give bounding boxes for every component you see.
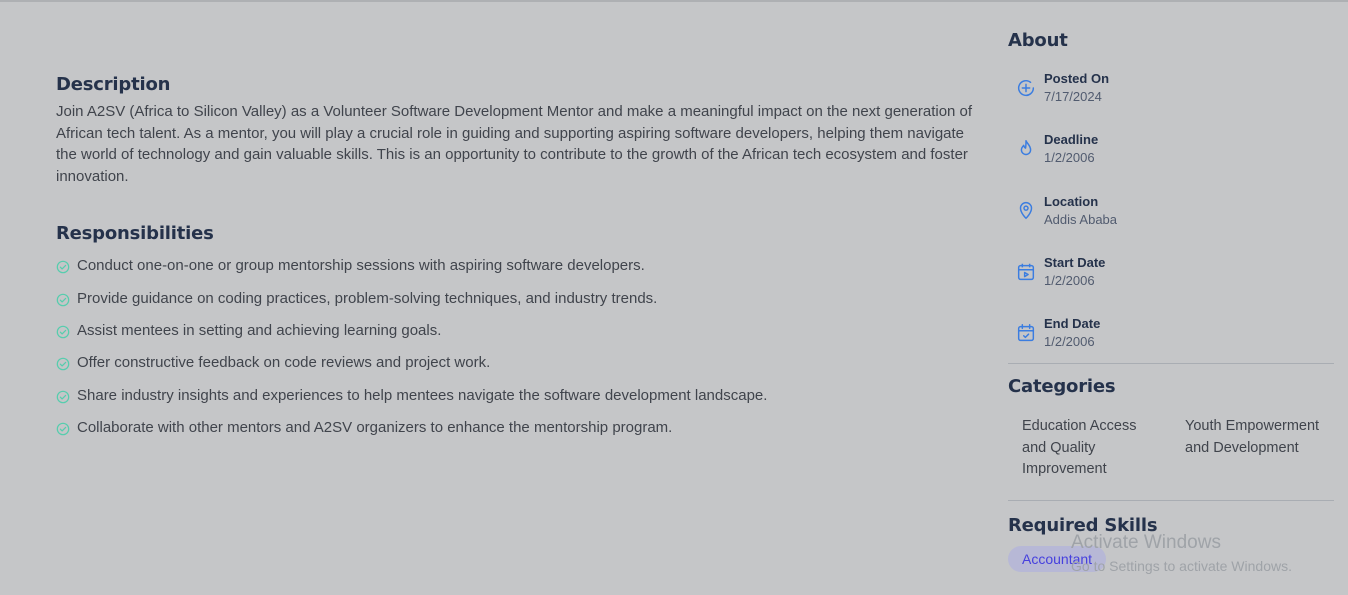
- description-heading: Description: [56, 74, 171, 95]
- about-text: End Date 1/2/2006: [1044, 316, 1100, 349]
- responsibility-text: Collaborate with other mentors and A2SV …: [77, 418, 673, 436]
- about-item-posted-on: Posted On 7/17/2024: [1008, 57, 1334, 118]
- about-value: 1/2/2006: [1044, 150, 1095, 166]
- about-label: Location: [1044, 193, 1099, 209]
- skill-chip: Accountant: [1008, 545, 1107, 572]
- about-item-start-date: Start Date 1/2/2006: [1008, 241, 1334, 302]
- top-border: [0, 0, 1348, 2]
- responsibilities-list: Conduct one-on-one or group mentorship s…: [56, 250, 976, 444]
- about-label: Start Date: [1044, 255, 1106, 271]
- fire-icon: [1008, 131, 1044, 167]
- required-skills-heading: Required Skills: [1008, 514, 1158, 536]
- responsibility-item: Provide guidance on coding practices, pr…: [56, 282, 976, 314]
- about-label: Deadline: [1044, 132, 1099, 148]
- about-label: Posted On: [1044, 71, 1110, 87]
- about-text: Start Date 1/2/2006: [1044, 255, 1105, 288]
- responsibility-item: Offer constructive feedback on code revi…: [56, 347, 976, 379]
- check-circle-icon: [56, 422, 70, 436]
- about-item-deadline: Deadline 1/2/2006: [1008, 118, 1334, 179]
- responsibility-text: Assist mentees in setting and achieving …: [77, 322, 442, 340]
- plus-circle-icon: [1008, 70, 1044, 106]
- about-label: End Date: [1044, 316, 1101, 332]
- location-pin-icon: [1008, 192, 1044, 228]
- responsibility-text: Provide guidance on coding practices, pr…: [77, 289, 658, 307]
- check-circle-icon: [56, 358, 70, 371]
- responsibility-text: Share industry insights and experiences …: [77, 386, 768, 404]
- check-circle-icon: [56, 293, 70, 307]
- responsibility-item: Assist mentees in setting and achieving …: [56, 314, 976, 346]
- about-text: Deadline 1/2/2006: [1044, 132, 1098, 165]
- responsibility-item: Collaborate with other mentors and A2SV …: [56, 411, 976, 443]
- check-circle-icon: [56, 261, 70, 274]
- categories-list: Education Access and Quality Improvement…: [1008, 416, 1334, 481]
- responsibilities-heading: Responsibilities: [56, 222, 214, 244]
- divider: [1008, 499, 1334, 501]
- about-text: Posted On 7/17/2024: [1044, 71, 1109, 104]
- check-circle-icon: [56, 390, 70, 403]
- about-item-location: Location Addis Ababa: [1008, 180, 1334, 241]
- divider: [1008, 363, 1334, 365]
- about-item-end-date: End Date 1/2/2006: [1008, 302, 1334, 363]
- calendar-play-icon: [1008, 254, 1044, 290]
- responsibility-item: Conduct one-on-one or group mentorship s…: [56, 250, 976, 282]
- categories-heading: Categories: [1008, 376, 1116, 398]
- about-value: 7/17/2024: [1044, 89, 1102, 105]
- about-value: 1/2/2006: [1044, 273, 1095, 289]
- about-value: Addis Ababa: [1044, 211, 1118, 227]
- about-text: Location Addis Ababa: [1044, 194, 1117, 227]
- calendar-check-icon: [1008, 315, 1044, 351]
- job-sidebar: About Posted On 7/17/2024 Deadline 1/2/2…: [1008, 30, 1334, 572]
- about-heading: About: [1008, 30, 1068, 51]
- about-value: 1/2/2006: [1044, 334, 1095, 350]
- responsibility-text: Conduct one-on-one or group mentorship s…: [77, 257, 645, 275]
- about-list: Posted On 7/17/2024 Deadline 1/2/2006 Lo…: [1008, 57, 1334, 363]
- category-chip: Youth Empowerment and Development: [1185, 418, 1320, 456]
- check-circle-icon: [56, 325, 70, 339]
- category-chip: Education Access and Quality Improvement: [1022, 418, 1137, 478]
- job-main-content: Description Join A2SV (Africa to Silicon…: [56, 74, 976, 444]
- responsibility-text: Offer constructive feedback on code revi…: [77, 354, 491, 372]
- description-text: Join A2SV (Africa to Silicon Valley) as …: [56, 103, 973, 186]
- responsibility-item: Share industry insights and experiences …: [56, 379, 976, 411]
